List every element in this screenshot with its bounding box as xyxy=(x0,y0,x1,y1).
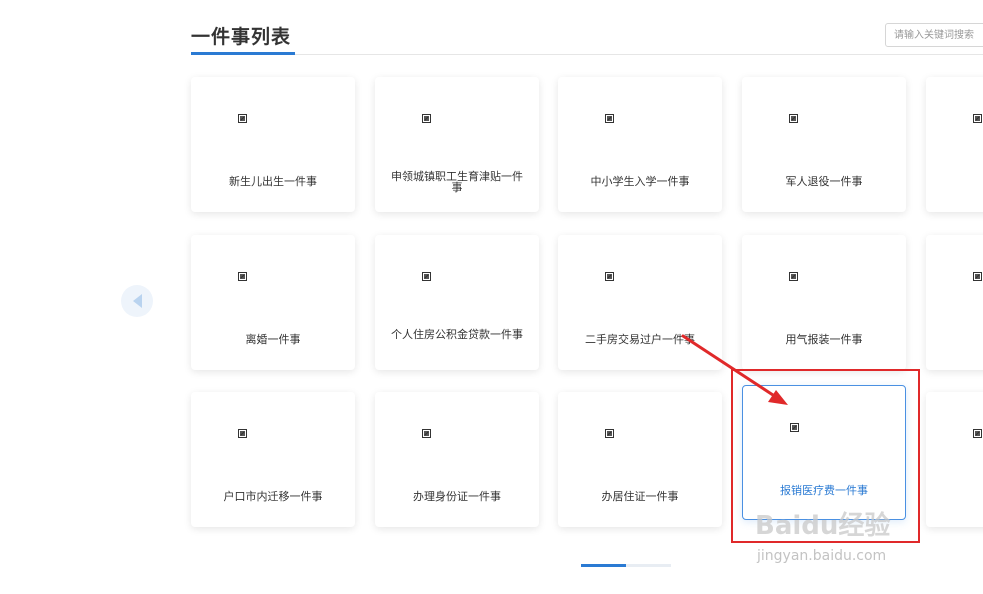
watermark-url: jingyan.baidu.com xyxy=(757,548,887,564)
watermark-logo: Baidu经验 xyxy=(755,511,891,541)
